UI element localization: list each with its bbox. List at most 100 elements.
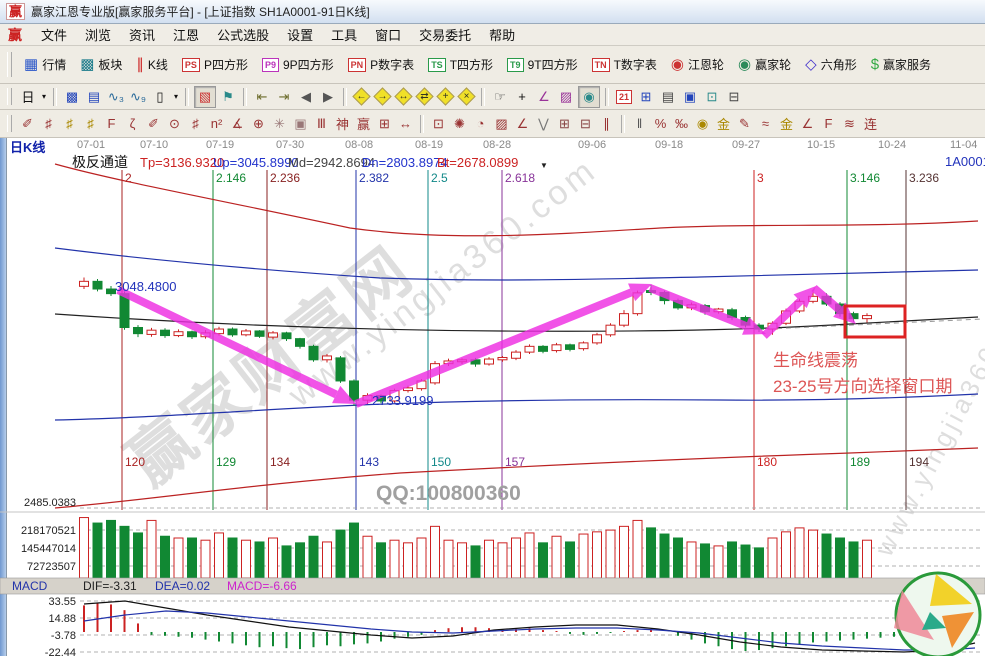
tool-icon-33[interactable]: ◉ (693, 114, 712, 134)
tool-icon-31[interactable]: % (651, 114, 670, 134)
svg-text:2.618: 2.618 (505, 171, 535, 185)
toolbar1-item-1[interactable]: ▩板块 (73, 56, 129, 73)
tool-icon-23[interactable]: ▨ (492, 114, 511, 134)
tool-icon-10[interactable]: ∡ (228, 114, 247, 134)
tool-icon-6[interactable]: ✐ (144, 114, 163, 134)
tool-icon-0[interactable]: 日 (18, 87, 38, 107)
tool-icon-26[interactable]: + (512, 87, 532, 107)
tool-icon-7[interactable]: ⊙ (165, 114, 184, 134)
diamond-arrow-icon[interactable]: ← (352, 87, 371, 106)
tool-icon-18[interactable]: ↔ (396, 114, 415, 134)
tool-icon-8[interactable]: ▾ (172, 87, 180, 107)
tool-icon-16[interactable]: 赢 (354, 114, 373, 134)
menu-item-0[interactable]: 文件 (32, 25, 76, 44)
tool-icon-16[interactable]: ▶ (318, 87, 338, 107)
tool-icon-11[interactable]: ⊕ (249, 114, 268, 134)
tool-icon-17[interactable]: ⊞ (375, 114, 394, 134)
tool-icon-39[interactable]: F (819, 114, 838, 134)
toolbar1-item-12[interactable]: $赢家服务 (864, 56, 938, 73)
tool-icon-38[interactable]: ∠ (798, 114, 817, 134)
diamond-arrow-icon[interactable]: ⇄ (415, 87, 434, 106)
toolbar1-item-3[interactable]: PSP四方形 (175, 56, 255, 73)
toolbar1-item-6[interactable]: TST四方形 (421, 56, 500, 73)
toolbar1-item-2[interactable]: ∥K线 (129, 56, 175, 73)
tool-icon-24[interactable]: ∠ (513, 114, 532, 134)
chart-area: 赢家财富网www.yingjia360.comwww.yingjia360.co… (0, 138, 985, 656)
tool-icon-33[interactable]: ▤ (658, 87, 678, 107)
tool-icon-36[interactable]: ⊟ (724, 87, 744, 107)
tool-icon-40[interactable]: ≋ (840, 114, 859, 134)
tool-icon-21[interactable]: ✺ (450, 114, 469, 134)
tool-icon-3[interactable]: ♯ (81, 114, 100, 134)
tool-icon-31[interactable]: 21 (614, 87, 634, 107)
tool-icon-28[interactable]: ∥ (597, 114, 616, 134)
menu-item-4[interactable]: 公式选股 (208, 25, 278, 44)
diamond-arrow-icon[interactable]: ↔ (394, 87, 413, 106)
tool-icon-35[interactable]: ⊡ (702, 87, 722, 107)
tool-icon-6[interactable]: ∿₉ (128, 87, 148, 107)
toolbar1-item-0[interactable]: ▦行情 (17, 56, 73, 73)
svg-text:MACD=-6.66: MACD=-6.66 (227, 579, 297, 593)
tool-icon-25[interactable]: ⋁ (534, 114, 553, 134)
tool-icon-15[interactable]: 神 (333, 114, 352, 134)
tool-icon-32[interactable]: ⊞ (636, 87, 656, 107)
tool-icon-11[interactable]: ⚑ (218, 87, 238, 107)
tool-icon-34[interactable]: 金 (714, 114, 733, 134)
menu-item-8[interactable]: 交易委托 (410, 25, 480, 44)
tool-icon-2[interactable]: ♯ (60, 114, 79, 134)
9T四方形-icon: T9 (507, 58, 524, 72)
chart-svg[interactable]: 赢家财富网www.yingjia360.comwww.yingjia360.co… (0, 138, 985, 656)
tool-icon-27[interactable]: ⊟ (576, 114, 595, 134)
tool-icon-3[interactable]: ▩ (62, 87, 82, 107)
tool-icon-36[interactable]: ≈ (756, 114, 775, 134)
toolbar1-item-10[interactable]: ◉赢家轮 (731, 56, 798, 73)
menu-item-6[interactable]: 工具 (322, 25, 366, 44)
toolbar1-item-7[interactable]: T99T四方形 (500, 56, 585, 73)
tool-icon-32[interactable]: ‰ (672, 114, 691, 134)
toolbar1-item-5[interactable]: PNP数字表 (341, 56, 422, 73)
tool-icon-20[interactable]: ⊡ (429, 114, 448, 134)
menu-item-9[interactable]: 帮助 (480, 25, 524, 44)
menu-item-2[interactable]: 资讯 (120, 25, 164, 44)
tool-icon-41[interactable]: 连 (861, 114, 880, 134)
tool-icon-4[interactable]: ▤ (84, 87, 104, 107)
toolbar1-item-9[interactable]: ◉江恩轮 (664, 56, 731, 73)
tool-icon-27[interactable]: ∠ (534, 87, 554, 107)
tool-icon-9[interactable]: n² (207, 114, 226, 134)
tool-icon-1[interactable]: ▾ (40, 87, 48, 107)
diamond-arrow-icon[interactable]: + (436, 87, 455, 106)
diamond-arrow-icon[interactable]: × (457, 87, 476, 106)
tool-icon-26[interactable]: ⊞ (555, 114, 574, 134)
toolbar1-item-8[interactable]: TNT数字表 (585, 56, 664, 73)
toolbar-grip (7, 52, 12, 76)
tool-icon-14[interactable]: ⇥ (274, 87, 294, 107)
tool-icon-37[interactable]: 金 (777, 114, 796, 134)
tool-icon-10[interactable]: ▧ (194, 86, 216, 108)
menu-item-3[interactable]: 江恩 (164, 25, 208, 44)
tool-icon-12[interactable]: ✳ (270, 114, 289, 134)
toolbar1-item-4[interactable]: P99P四方形 (255, 56, 341, 73)
diamond-arrow-icon[interactable]: → (373, 87, 392, 106)
tool-icon-5[interactable]: ζ (123, 114, 142, 134)
tool-icon-15[interactable]: ◀ (296, 87, 316, 107)
tool-icon-14[interactable]: Ⅲ (312, 114, 331, 134)
tool-icon-4[interactable]: F (102, 114, 121, 134)
tool-icon-30[interactable]: ‖ (630, 114, 649, 134)
tool-icon-35[interactable]: ✎ (735, 114, 754, 134)
tool-icon-29[interactable]: ◉ (578, 86, 600, 108)
tool-icon-8[interactable]: ♯ (186, 114, 205, 134)
tool-icon-0[interactable]: ✐ (18, 114, 37, 134)
tool-icon-1[interactable]: ♯ (39, 114, 58, 134)
tool-icon-34[interactable]: ▣ (680, 87, 700, 107)
menu-item-1[interactable]: 浏览 (76, 25, 120, 44)
menu-item-7[interactable]: 窗口 (366, 25, 410, 44)
tool-icon-13[interactable]: ⇤ (252, 87, 272, 107)
tool-icon-13[interactable]: ▣ (291, 114, 310, 134)
tool-icon-5[interactable]: ∿₃ (106, 87, 126, 107)
tool-icon-25[interactable]: ☞ (490, 87, 510, 107)
tool-icon-28[interactable]: ▨ (556, 87, 576, 107)
toolbar1-item-11[interactable]: ◇六角形 (798, 56, 864, 73)
menu-item-5[interactable]: 设置 (278, 25, 322, 44)
tool-icon-22[interactable]: ◔ (471, 114, 490, 134)
tool-icon-7[interactable]: ▯ (150, 87, 170, 107)
